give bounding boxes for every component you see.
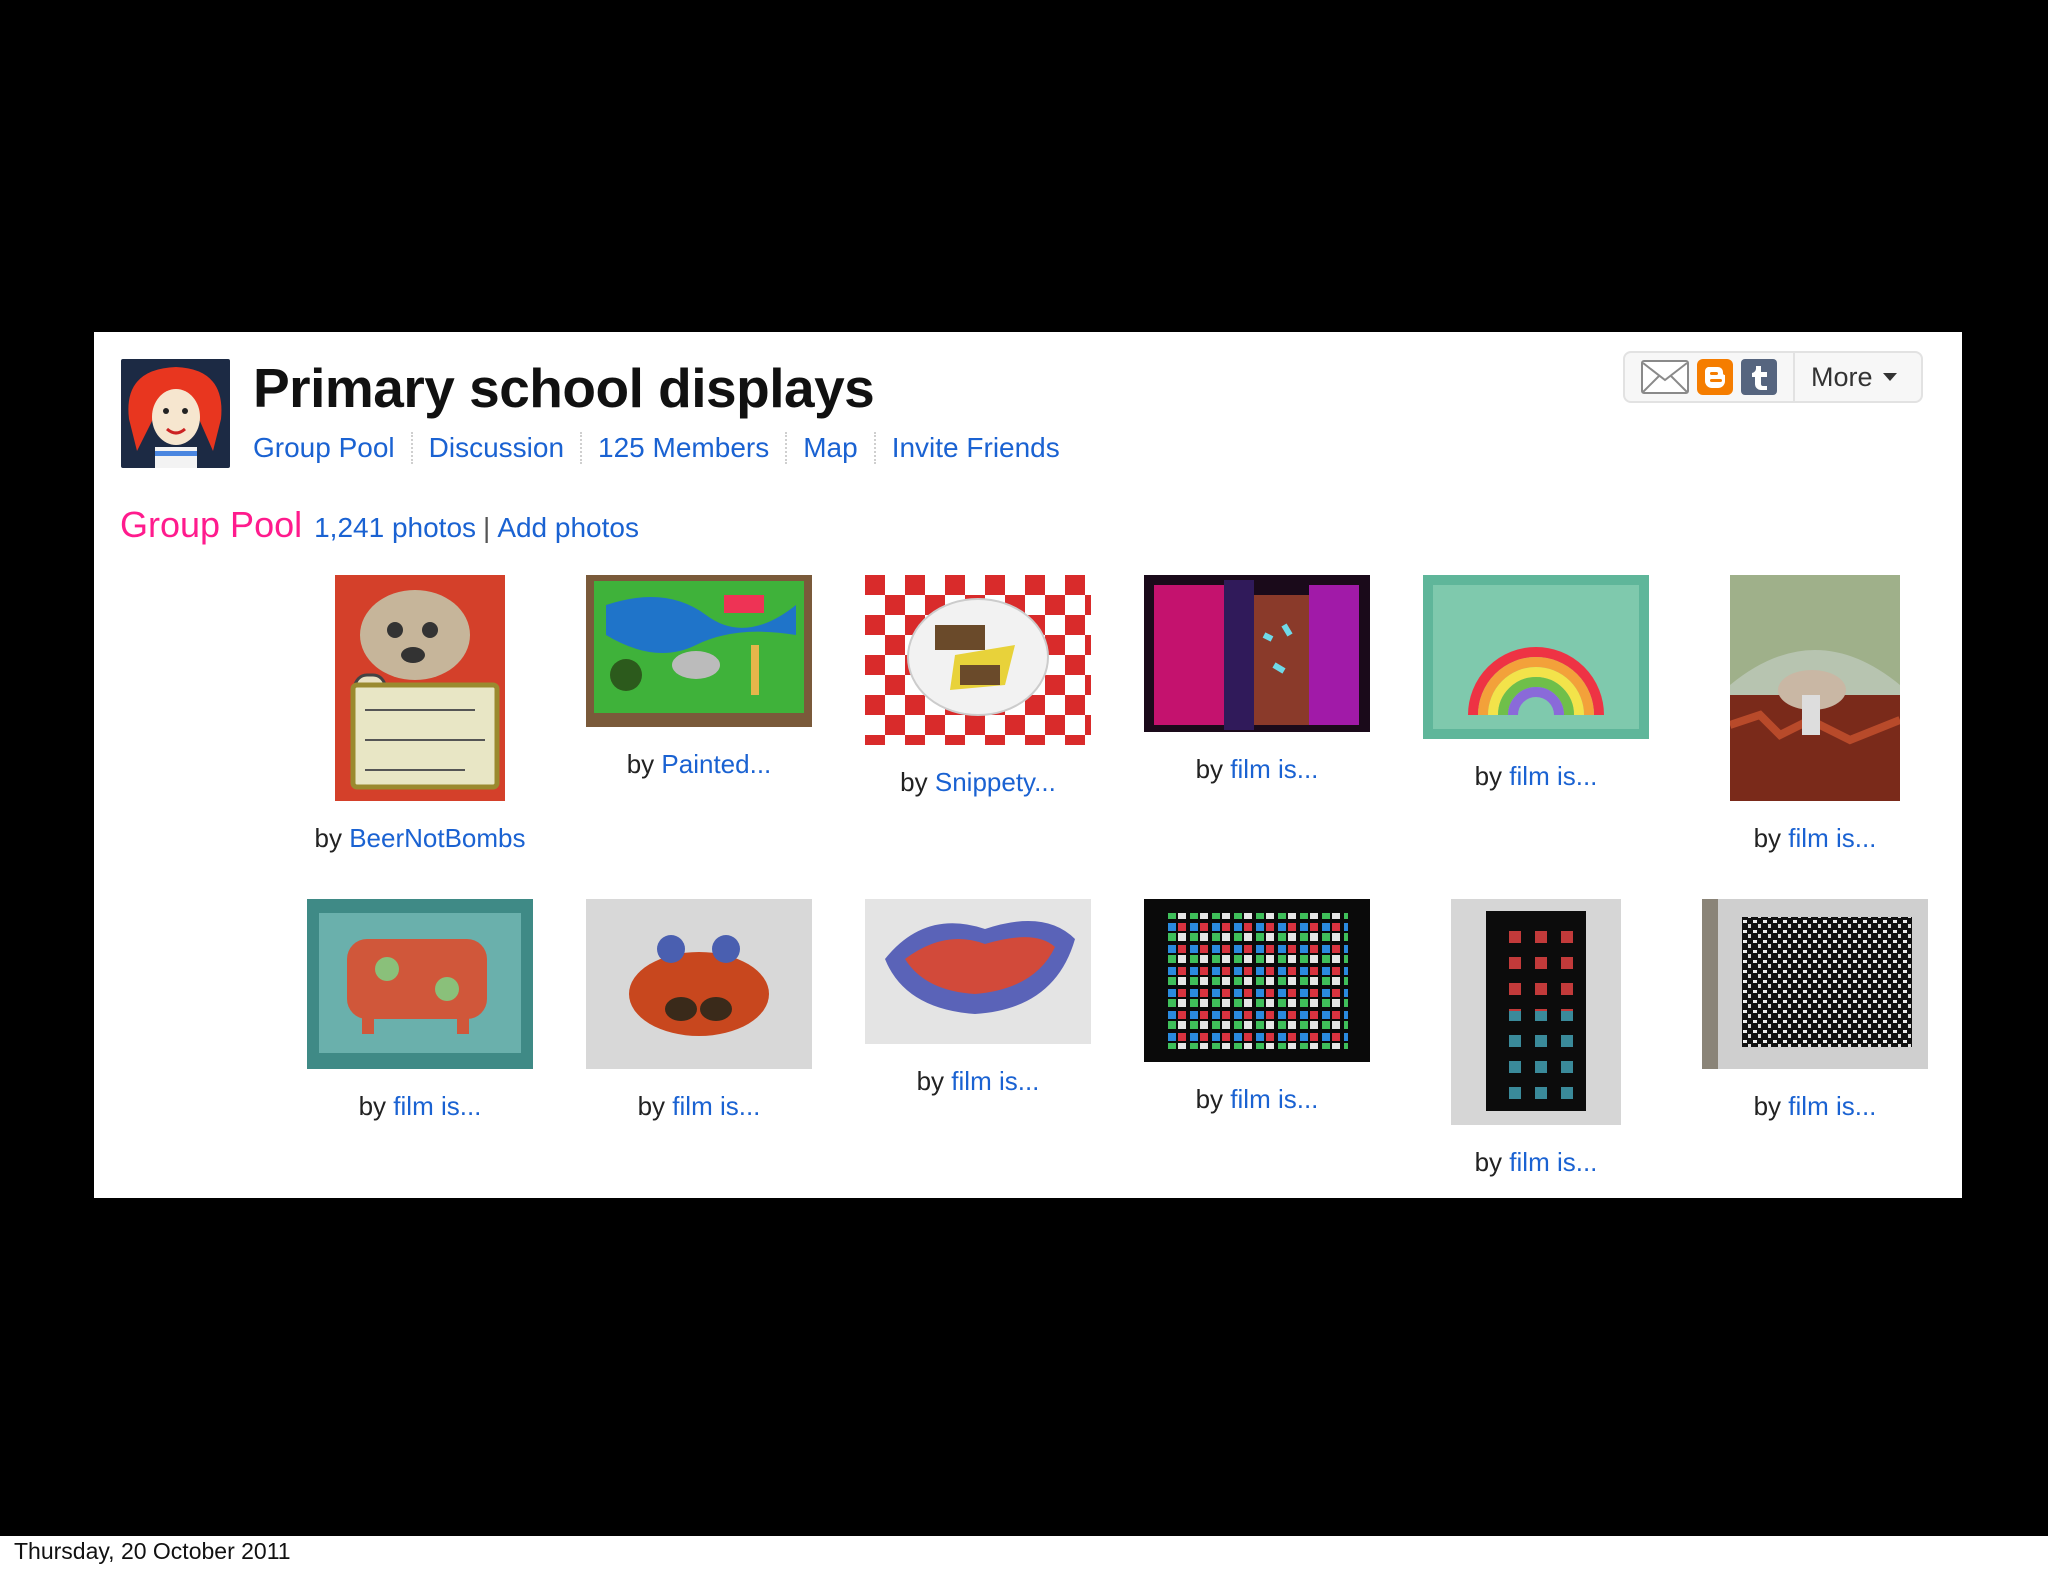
- slide-footer-date: Thursday, 20 October 2011: [14, 1538, 291, 1564]
- photo-caption: by Painted...: [626, 749, 772, 779]
- photo-caption: by film is...: [1474, 1147, 1598, 1177]
- photo-tile: by Painted...: [559, 575, 839, 780]
- photo-tile: by film is...: [1117, 575, 1397, 785]
- dog-poster-thumbnail[interactable]: [335, 575, 505, 801]
- clay-cow-tile-thumbnail[interactable]: [307, 899, 533, 1069]
- author-link[interactable]: Snippety...: [935, 767, 1056, 797]
- group-avatar[interactable]: [121, 359, 230, 468]
- author-link[interactable]: film is...: [951, 1066, 1039, 1096]
- nav-divider: [873, 432, 876, 464]
- photo-tile: by film is...: [1675, 575, 1955, 854]
- author-link[interactable]: film is...: [1509, 1147, 1597, 1177]
- more-label: More: [1811, 361, 1873, 392]
- page-title: Primary school displays: [253, 357, 875, 419]
- clay-bowl-thumbnail[interactable]: [865, 899, 1091, 1044]
- group-panel: Primary school displays Group Pool Discu…: [94, 332, 1962, 1198]
- nav-divider: [580, 432, 583, 464]
- photo-caption: by film is...: [1195, 754, 1319, 784]
- author-link[interactable]: film is...: [672, 1091, 760, 1121]
- nav-divider: [785, 432, 788, 464]
- add-photos-link[interactable]: Add photos: [497, 512, 639, 544]
- more-dropdown-button[interactable]: More: [1793, 353, 1897, 401]
- group-nav: Group Pool Discussion 125 Members Map In…: [253, 432, 1060, 464]
- photo-tile: by film is...: [1675, 899, 1955, 1122]
- photo-tile: by film is...: [280, 899, 560, 1122]
- photo-caption: by Snippety...: [900, 767, 1056, 797]
- photo-caption: by film is...: [916, 1066, 1040, 1096]
- author-link[interactable]: BeerNotBombs: [349, 823, 525, 853]
- clay-crab-thumbnail[interactable]: [586, 899, 812, 1069]
- mushroom-sculpture-thumbnail[interactable]: [1730, 575, 1900, 801]
- email-icon[interactable]: [1641, 360, 1689, 394]
- tile-panel-thumbnail[interactable]: [1451, 899, 1621, 1125]
- blogger-icon[interactable]: [1697, 359, 1733, 395]
- jungle-display-thumbnail[interactable]: [586, 575, 812, 727]
- tumblr-icon[interactable]: [1741, 359, 1777, 395]
- nav-members[interactable]: 125 Members: [598, 432, 769, 464]
- nav-map[interactable]: Map: [803, 432, 857, 464]
- photo-tile: by film is...: [1396, 899, 1676, 1178]
- header-separator: |: [483, 512, 491, 543]
- mosaic-tiles-thumbnail[interactable]: [1144, 899, 1370, 1062]
- photo-tile: by film is...: [838, 899, 1118, 1097]
- photo-caption: by BeerNotBombs: [314, 823, 526, 853]
- checkered-plate-thumbnail[interactable]: [865, 575, 1091, 745]
- photo-tile: by film is...: [559, 899, 839, 1122]
- photo-tile: by BeerNotBombs: [280, 575, 560, 854]
- author-link[interactable]: film is...: [1788, 823, 1876, 853]
- pink-abstract-thumbnail[interactable]: [1144, 575, 1370, 732]
- slide-background: Primary school displays Group Pool Discu…: [0, 0, 2048, 1536]
- author-link[interactable]: film is...: [1230, 754, 1318, 784]
- group-pool-title: Group Pool: [120, 504, 303, 545]
- black-white-weave-thumbnail[interactable]: [1702, 899, 1928, 1069]
- author-link[interactable]: film is...: [1788, 1091, 1876, 1121]
- photo-tile: by film is...: [1117, 899, 1397, 1115]
- nav-group-pool[interactable]: Group Pool: [253, 432, 395, 464]
- author-link[interactable]: film is...: [1230, 1084, 1318, 1114]
- chevron-down-icon: [1882, 373, 1897, 381]
- group-pool-header: Group Pool 1,241 photos | Add photos: [120, 504, 639, 546]
- nav-discussion[interactable]: Discussion: [429, 432, 564, 464]
- photo-caption: by film is...: [1753, 823, 1877, 853]
- photo-caption: by film is...: [1195, 1084, 1319, 1114]
- photo-tile: by film is...: [1396, 575, 1676, 792]
- photo-caption: by film is...: [358, 1091, 482, 1121]
- photo-count-link[interactable]: 1,241 photos: [314, 512, 476, 544]
- photo-caption: by film is...: [1474, 761, 1598, 791]
- photo-caption: by film is...: [1753, 1091, 1877, 1121]
- author-link[interactable]: Painted...: [661, 749, 771, 779]
- nav-invite-friends[interactable]: Invite Friends: [892, 432, 1060, 464]
- photo-tile: by Snippety...: [838, 575, 1118, 798]
- photo-caption: by film is...: [637, 1091, 761, 1121]
- author-link[interactable]: film is...: [1509, 761, 1597, 791]
- rainbow-painting-thumbnail[interactable]: [1423, 575, 1649, 739]
- author-link[interactable]: film is...: [393, 1091, 481, 1121]
- nav-divider: [410, 432, 413, 464]
- share-toolbar: More: [1623, 351, 1923, 403]
